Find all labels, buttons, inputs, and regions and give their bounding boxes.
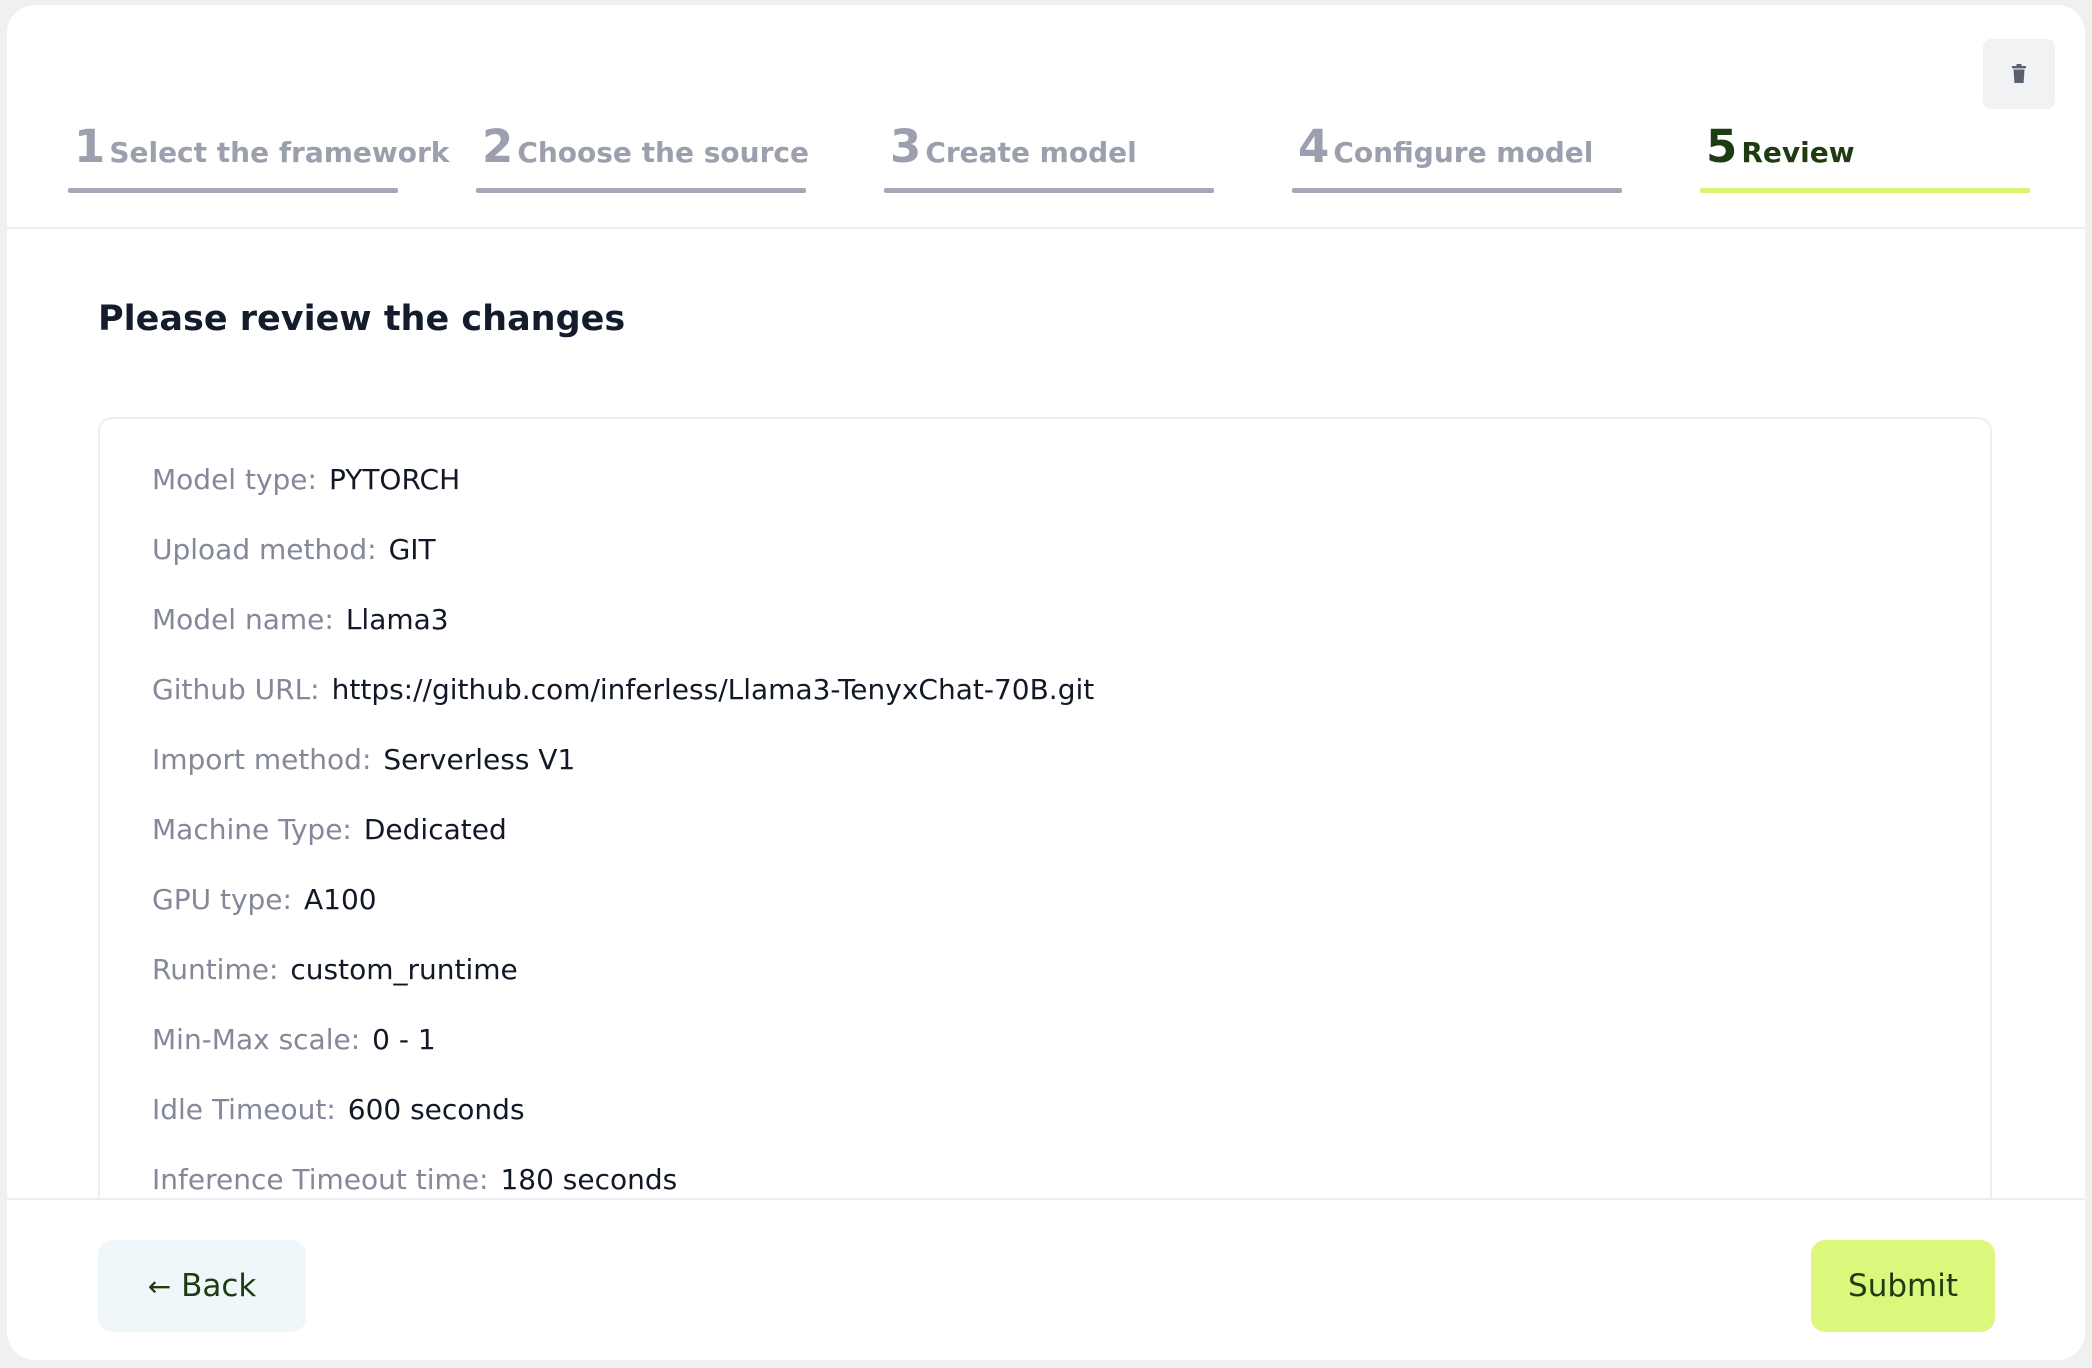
submit-label: Submit — [1848, 1268, 1958, 1304]
page-title: Please review the changes — [98, 299, 626, 339]
step-label: Choose the source — [517, 136, 809, 169]
step-progress-bar — [476, 188, 806, 193]
review-value: Serverless V1 — [383, 743, 576, 776]
review-value: PYTORCH — [328, 463, 461, 496]
step-number: 4 — [1298, 120, 1330, 173]
review-value: 600 seconds — [347, 1093, 525, 1126]
step-label: Create model — [925, 136, 1137, 169]
review-key: Runtime: — [152, 953, 279, 986]
back-button[interactable]: ← Back — [98, 1240, 306, 1332]
step-number: 2 — [482, 120, 514, 173]
review-row-gpu-type: GPU type: A100 — [152, 883, 377, 917]
review-key: Import method: — [152, 743, 372, 776]
review-key: Model name: — [152, 603, 334, 636]
step-select-framework[interactable]: 1 Select the framework — [68, 117, 449, 193]
review-key: GPU type: — [152, 883, 292, 916]
delete-button[interactable] — [1983, 39, 2055, 109]
review-key: Upload method: — [152, 533, 377, 566]
review-key: Min-Max scale: — [152, 1023, 361, 1056]
step-create-model[interactable]: 3 Create model — [884, 117, 1214, 193]
review-value: Dedicated — [363, 813, 507, 846]
review-value: custom_runtime — [290, 953, 518, 986]
review-value: A100 — [303, 883, 377, 916]
review-row-model-type: Model type: PYTORCH — [152, 463, 460, 497]
step-number: 1 — [74, 120, 106, 173]
step-number: 3 — [890, 120, 922, 173]
modal-footer: ← Back Submit — [7, 1198, 2085, 1360]
review-value: https://github.com/inferless/Llama3-Teny… — [331, 673, 1095, 706]
step-progress-bar — [1700, 188, 2030, 193]
step-progress-bar — [884, 188, 1214, 193]
review-key: Idle Timeout: — [152, 1093, 336, 1126]
review-row-upload-method: Upload method: GIT — [152, 533, 436, 567]
review-row-idle-timeout: Idle Timeout: 600 seconds — [152, 1093, 525, 1127]
review-row-min-max-scale: Min-Max scale: 0 - 1 — [152, 1023, 436, 1057]
trash-icon — [2012, 64, 2026, 83]
step-label: Select the framework — [109, 136, 450, 169]
step-label: Review — [1741, 136, 1855, 169]
review-key: Machine Type: — [152, 813, 352, 846]
review-row-github-url: Github URL: https://github.com/inferless/… — [152, 673, 1094, 707]
step-progress-bar — [1292, 188, 1622, 193]
arrow-left-icon: ← — [147, 1269, 172, 1303]
submit-button[interactable]: Submit — [1811, 1240, 1995, 1332]
review-value: Llama3 — [345, 603, 449, 636]
review-summary-card: Model type: PYTORCH Upload method: GIT Mod… — [98, 417, 1992, 1217]
review-key: Inference Timeout time: — [152, 1163, 489, 1196]
step-configure-model[interactable]: 4 Configure model — [1292, 117, 1622, 193]
step-choose-source[interactable]: 2 Choose the source — [476, 117, 809, 193]
review-row-inference-timeout: Inference Timeout time: 180 seconds — [152, 1163, 677, 1197]
review-value: 180 seconds — [500, 1163, 678, 1196]
review-key: Github URL: — [152, 673, 320, 706]
review-row-machine-type: Machine Type: Dedicated — [152, 813, 507, 847]
step-review[interactable]: 5 Review — [1700, 117, 2030, 193]
add-model-modal: 1 Select the framework 2 Choose the source… — [7, 5, 2085, 1360]
step-progress-bar — [68, 188, 398, 193]
review-value: 0 - 1 — [372, 1023, 436, 1056]
step-label: Configure model — [1333, 136, 1594, 169]
stepper: 1 Select the framework 2 Choose the source… — [7, 5, 2085, 229]
step-number: 5 — [1706, 120, 1738, 173]
review-value: GIT — [388, 533, 436, 566]
back-label: Back — [181, 1268, 257, 1304]
review-key: Model type: — [152, 463, 317, 496]
review-row-model-name: Model name: Llama3 — [152, 603, 449, 637]
review-row-import-method: Import method: Serverless V1 — [152, 743, 575, 777]
review-row-runtime: Runtime: custom_runtime — [152, 953, 518, 987]
